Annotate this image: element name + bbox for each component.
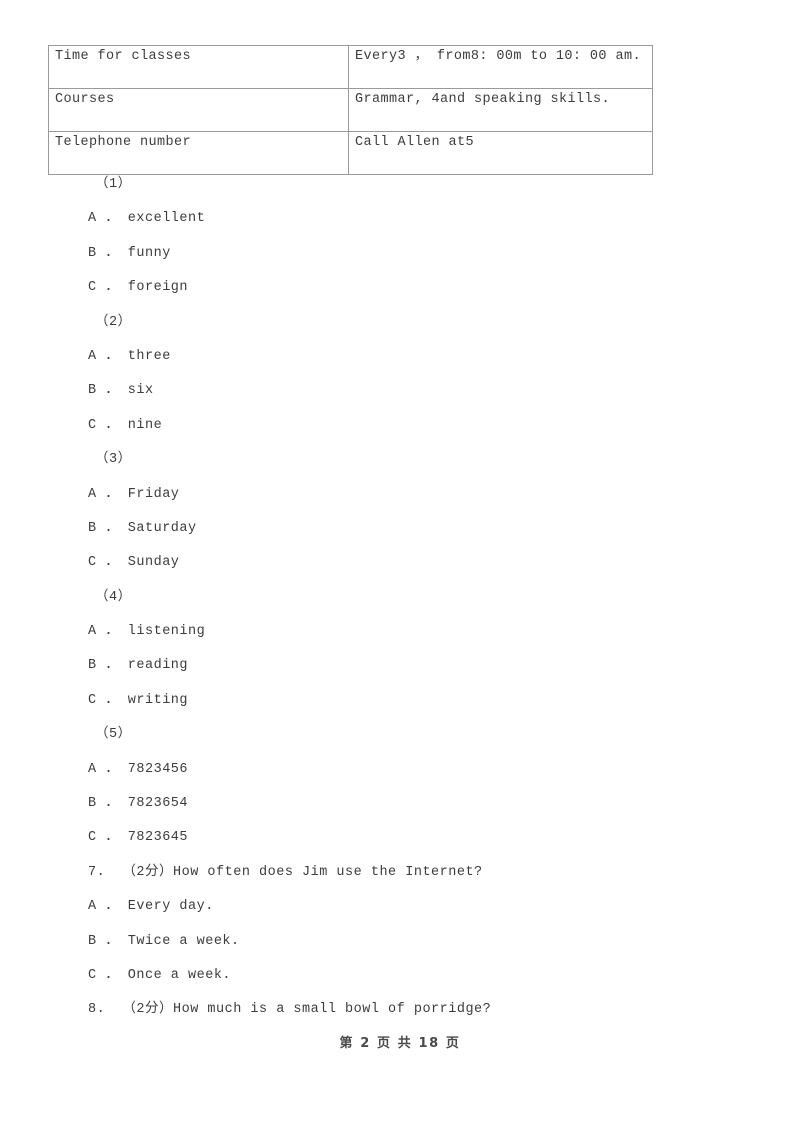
- sub-question-number: （3）: [95, 452, 132, 468]
- option-item[interactable]: A ． three: [0, 340, 800, 374]
- option-item[interactable]: C ． Sunday: [0, 546, 800, 580]
- table-cell-value: Grammar, 4and speaking skills.: [348, 88, 653, 132]
- option-item[interactable]: C ． writing: [0, 684, 800, 718]
- option-item[interactable]: A ． Friday: [0, 478, 800, 512]
- option-item[interactable]: A ． excellent: [0, 202, 800, 236]
- document-page: Time for classes Every3 ， from8: 00m to …: [0, 0, 800, 1132]
- table-cell-label: Time for classes: [48, 45, 349, 89]
- sub-question-number: （4）: [95, 589, 132, 605]
- option-item[interactable]: B ． Saturday: [0, 512, 800, 546]
- table-cell-label: Courses: [48, 88, 349, 132]
- option-item[interactable]: C ． 7823645: [0, 821, 800, 855]
- class-info-table: Time for classes Every3 ， from8: 00m to …: [48, 45, 653, 175]
- question-stem: 8. （2分）How much is a small bowl of porri…: [88, 1002, 492, 1018]
- option-item[interactable]: B ． funny: [0, 237, 800, 271]
- option-item[interactable]: A ． listening: [0, 615, 800, 649]
- table-row: Time for classes Every3 ， from8: 00m to …: [48, 45, 653, 89]
- option-item[interactable]: B ． reading: [0, 649, 800, 683]
- sub-question-number: （2）: [95, 314, 132, 330]
- option-item[interactable]: C ． nine: [0, 409, 800, 443]
- table-row: Courses Grammar, 4and speaking skills.: [48, 88, 653, 132]
- option-item[interactable]: C ． foreign: [0, 271, 800, 305]
- option-item[interactable]: B ． six: [0, 374, 800, 408]
- option-item[interactable]: B ． Twice a week.: [0, 925, 800, 959]
- sub-question-number: （5）: [95, 727, 132, 743]
- table-cell-value: Every3 ， from8: 00m to 10: 00 am.: [348, 45, 653, 89]
- option-item[interactable]: A ． 7823456: [0, 753, 800, 787]
- sub-question-number: （1）: [95, 177, 132, 192]
- page-footer: 第 2 页 共 18 页: [339, 1036, 461, 1051]
- question-stem: 7. （2分）How often does Jim use the Intern…: [88, 864, 483, 880]
- option-item[interactable]: A ． Every day.: [0, 890, 800, 924]
- option-item[interactable]: C ． Once a week.: [0, 959, 800, 993]
- option-item[interactable]: B ． 7823654: [0, 787, 800, 821]
- question-content: （1） A ． excellent B ． funny C ． foreign …: [0, 168, 800, 1028]
